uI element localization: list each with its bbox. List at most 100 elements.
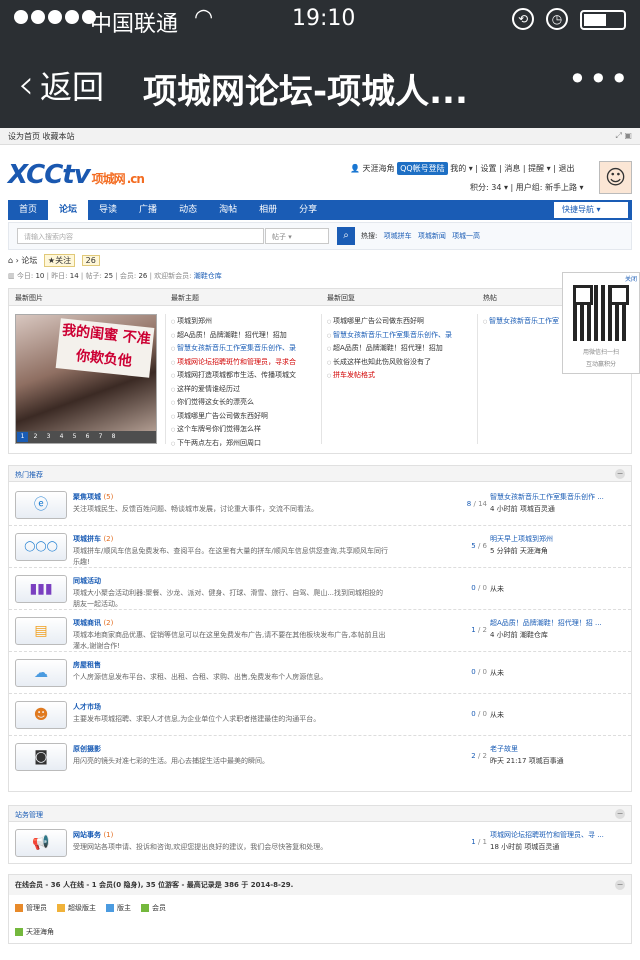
- last-post-link[interactable]: 项城网论坛招聘斑竹和管理员、寻 ...: [490, 830, 604, 840]
- quick-nav-button[interactable]: 快捷导航 ▾: [554, 202, 628, 218]
- collapse-icon[interactable]: −: [615, 880, 625, 890]
- stat-posts: 25: [104, 272, 114, 280]
- pager-item[interactable]: 8: [108, 432, 119, 442]
- user-links[interactable]: 我的 ▾ | 设置 | 消息 | 提醒 ▾ | 退出: [450, 164, 574, 173]
- reply-link[interactable]: 拼车发帖格式: [327, 369, 473, 383]
- topic-link[interactable]: 这样的爱情谁经历过: [171, 383, 317, 397]
- latest-image[interactable]: 我的闺蜜 不准你欺负他 1 2 3 4 5 6 7 8: [15, 314, 157, 444]
- pager-item[interactable]: 3: [43, 432, 54, 442]
- person-icon: ☻: [15, 701, 67, 729]
- last-post-link[interactable]: 超A品质！品牌潮鞋！招代理！招 ...: [490, 618, 602, 628]
- panel-head-hot: 热帖: [483, 294, 497, 302]
- topic-link[interactable]: 项城网论坛招聘斑竹和管理员，寻求合: [171, 356, 317, 370]
- topic-link[interactable]: 项城到郑州: [171, 315, 317, 329]
- forum-name[interactable]: 人才市场: [73, 702, 101, 712]
- pager-item[interactable]: 4: [56, 432, 67, 442]
- window-controls-icon[interactable]: ⤢ ▣: [615, 131, 632, 141]
- forum-row[interactable]: 📢 网站事务 (1) 受理网站各项申请、投诉和咨询,欢迎您提出良好的建议，我们会…: [9, 822, 631, 864]
- reply-link[interactable]: 智慧女孩新音乐工作室集音乐创作、录: [327, 329, 473, 343]
- forum-name[interactable]: 房屋租售: [73, 660, 101, 670]
- hot-search-link[interactable]: 项城新闻: [418, 232, 446, 240]
- stat-label: 今日:: [16, 272, 34, 280]
- search-input[interactable]: 请输入搜索内容: [17, 228, 264, 244]
- forum-name[interactable]: 同城活动: [73, 576, 101, 586]
- follow-button[interactable]: ★关注: [43, 254, 76, 267]
- qq-login-button[interactable]: QQ帐号登陆: [397, 162, 448, 175]
- set-homepage-link[interactable]: 设为首页: [8, 132, 40, 141]
- topic-link[interactable]: 超A品质！品牌潮鞋！招代理！招加: [171, 329, 317, 343]
- forum-name[interactable]: 项城拼车 (2): [73, 534, 113, 544]
- pager-item[interactable]: 1: [17, 432, 28, 442]
- site-logo[interactable]: XCCtv 项城网 .cn: [8, 160, 145, 190]
- top-links-bar: 设为首页 收藏本站 ⤢ ▣: [0, 128, 640, 145]
- nav-item-collection[interactable]: 淘帖: [208, 200, 248, 220]
- topic-link[interactable]: 项城哪里广告公司做东西好啊: [171, 410, 317, 424]
- more-button[interactable]: •••: [568, 60, 631, 98]
- section-admin-header[interactable]: 站务管理 −: [8, 805, 632, 822]
- collapse-icon[interactable]: −: [615, 809, 625, 819]
- forum-name[interactable]: 网站事务 (1): [73, 830, 113, 840]
- avatar[interactable]: ☺: [599, 161, 632, 194]
- user-group-link[interactable]: 用户组: 新手上路 ▾: [516, 183, 584, 192]
- pager-item[interactable]: 5: [69, 432, 80, 442]
- newest-member-link[interactable]: 潮鞋仓库: [194, 272, 222, 280]
- search-scope-select[interactable]: 帖子 ▾: [265, 228, 329, 244]
- reply-link[interactable]: 长成这样也知此伤风败俗没有了: [327, 356, 473, 370]
- online-user-link[interactable]: 天涯海角: [15, 927, 54, 937]
- forum-row[interactable]: ◯◯◯ 项城拼车 (2) 项城拼车/顺风车信息免费发布、查阅平台。在这里有大量的…: [9, 526, 631, 568]
- search-button[interactable]: ⌕: [337, 227, 355, 245]
- topic-link[interactable]: 项城网打造项城都市生活、传播项城文: [171, 369, 317, 383]
- hot-search-link[interactable]: 项城拼车: [384, 232, 412, 240]
- home-icon[interactable]: ⌂: [8, 256, 13, 265]
- reply-link[interactable]: 超A品质！品牌潮鞋！招代理！招加: [327, 342, 473, 356]
- topic-link[interactable]: 这个车牌号你们觉得怎么样: [171, 423, 317, 437]
- forum-row[interactable]: ◙ 原创摄影 用闪亮的镜头对准七彩的生活。用心去捕捉生活中最美的瞬间。 2 / …: [9, 736, 631, 778]
- add-favorite-link[interactable]: 收藏本站: [43, 132, 75, 141]
- last-post-none: 从未: [490, 669, 504, 677]
- status-bar: 中国联通 ◠ 19:10 ⟲ ◷: [0, 0, 640, 40]
- hot-posts-list: 智慧女孩新音乐工作室: [483, 315, 561, 329]
- topic-link[interactable]: 智慧女孩新音乐工作室集音乐创作、录: [171, 342, 317, 356]
- thread-count: 8: [466, 500, 472, 508]
- forum-row[interactable]: ⓔ 聚焦项城 (5) 关注项城民生、反馈百姓问题、畅谈城市发展，讨论重大事件，交…: [9, 484, 631, 526]
- online-summary: 在线会员 - 36 人在线 - 1 会员(0 隐身), 35 位游客 - 最高记…: [15, 881, 294, 889]
- collapse-icon[interactable]: −: [615, 469, 625, 479]
- username-link[interactable]: 天涯海角: [363, 164, 395, 173]
- qr-close-button[interactable]: 关闭: [625, 274, 637, 283]
- back-button[interactable]: ‹ 返回: [18, 62, 104, 108]
- hot-search-link[interactable]: 项城一高: [452, 232, 480, 240]
- last-post-link[interactable]: 老子故里: [490, 744, 518, 754]
- forum-row[interactable]: ☻ 人才市场 主要发布项城招聘、求职人才信息,为企业单位个人求职者搭建最佳的沟通…: [9, 694, 631, 736]
- follow-count: 26: [81, 255, 100, 266]
- forum-counts: 5 / 6: [471, 542, 487, 550]
- thread-count: 2: [471, 752, 476, 760]
- nav-item-home[interactable]: 首页: [8, 200, 48, 220]
- forum-desc: 项城本地商家商品优惠、促销等信息可以在这里免费发布广告,请不要在其他板块发布广告…: [73, 631, 386, 650]
- chevron-left-icon: ‹: [18, 62, 34, 108]
- pager-item[interactable]: 6: [82, 432, 93, 442]
- pager-item[interactable]: 2: [30, 432, 41, 442]
- nav-item-forum[interactable]: 论坛: [48, 200, 89, 220]
- reply-link[interactable]: 项城哪里广告公司做东西好啊: [327, 315, 473, 329]
- nav-item-share[interactable]: 分享: [288, 200, 328, 220]
- forum-name[interactable]: 项城商讯 (2): [73, 618, 113, 628]
- topic-link[interactable]: 你们觉得这女长的漂亮么: [171, 396, 317, 410]
- panel-head-images: 最新图片: [15, 294, 43, 302]
- forum-row[interactable]: ▮▮▮ 同城活动 项城大小聚会活动利器:聚餐、沙龙、派对、健身、打球、滑雪、旅行…: [9, 568, 631, 610]
- nav-item-guide[interactable]: 导读: [88, 200, 128, 220]
- hot-post-link[interactable]: 智慧女孩新音乐工作室: [483, 315, 561, 329]
- forum-row[interactable]: ☁ 房屋租售 个人房源信息发布平台、求租、出租、合租、求购、出售,免费发布个人房…: [9, 652, 631, 694]
- topic-link[interactable]: 下午两点左右，郑州回周口: [171, 437, 317, 451]
- nav-item-feed[interactable]: 动态: [168, 200, 208, 220]
- pager-item[interactable]: 7: [95, 432, 106, 442]
- score-link[interactable]: 积分: 34 ▾: [470, 183, 508, 192]
- forum-counts: 1 / 1: [471, 838, 487, 846]
- last-post-link[interactable]: 明天早上项城到郑州: [490, 534, 553, 544]
- last-post-link[interactable]: 智慧女孩新音乐工作室集音乐创作 ...: [490, 492, 604, 502]
- forum-name[interactable]: 聚焦项城 (5): [73, 492, 113, 502]
- nav-item-broadcast[interactable]: 广播: [128, 200, 168, 220]
- breadcrumb-forum[interactable]: 论坛: [21, 256, 37, 265]
- nav-item-album[interactable]: 相册: [248, 200, 288, 220]
- forum-name[interactable]: 原创摄影: [73, 744, 101, 754]
- forum-row[interactable]: ▤ 项城商讯 (2) 项城本地商家商品优惠、促销等信息可以在这里免费发布广告,请…: [9, 610, 631, 652]
